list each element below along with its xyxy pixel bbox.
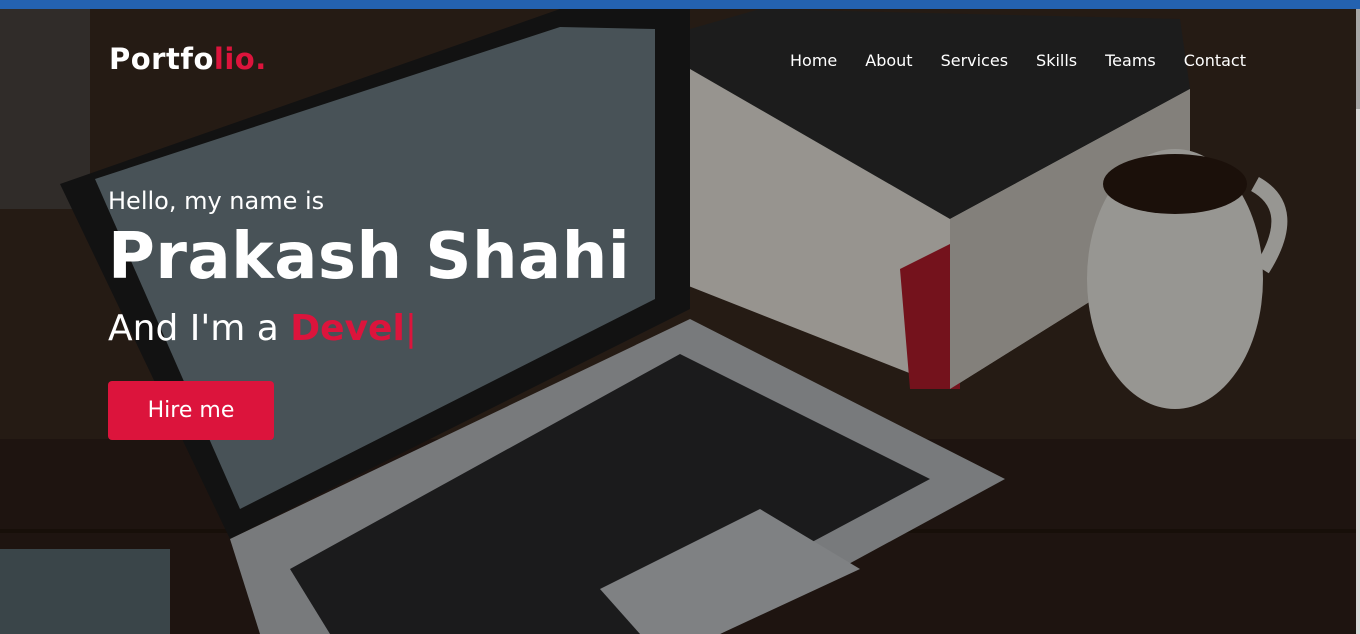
typing-cursor: |	[404, 308, 417, 349]
brand-logo-main: Portfo	[109, 42, 214, 76]
scrollbar-thumb[interactable]	[1356, 9, 1360, 109]
hero-role-typed: Devel	[290, 308, 405, 349]
brand-logo[interactable]: Portfolio.	[109, 42, 267, 76]
nav-skills-link[interactable]: Skills	[1036, 51, 1077, 70]
hero-section: Portfolio. Home About Services Skills Te…	[0, 9, 1356, 634]
navbar: Portfolio. Home About Services Skills Te…	[0, 9, 1356, 109]
nav-services-link[interactable]: Services	[941, 51, 1008, 70]
hero-greeting: Hello, my name is	[108, 187, 325, 215]
page-scrollbar[interactable]	[1356, 9, 1360, 634]
brand-logo-accent: lio.	[213, 42, 267, 76]
hire-me-button[interactable]: Hire me	[108, 381, 274, 440]
hero-content: Hello, my name is Prakash Shahi And I'm …	[108, 187, 630, 440]
nav-about-link[interactable]: About	[865, 51, 912, 70]
nav-teams-link[interactable]: Teams	[1105, 51, 1156, 70]
nav-menu: Home About Services Skills Teams Contact	[790, 51, 1246, 70]
hero-role: And I'm a Devel|	[108, 307, 630, 351]
nav-contact-link[interactable]: Contact	[1184, 51, 1246, 70]
hero-role-prefix: And I'm a	[108, 308, 291, 349]
browser-top-bar	[0, 0, 1360, 9]
nav-home-link[interactable]: Home	[790, 51, 837, 70]
hero-name: Prakash Shahi	[108, 220, 631, 294]
